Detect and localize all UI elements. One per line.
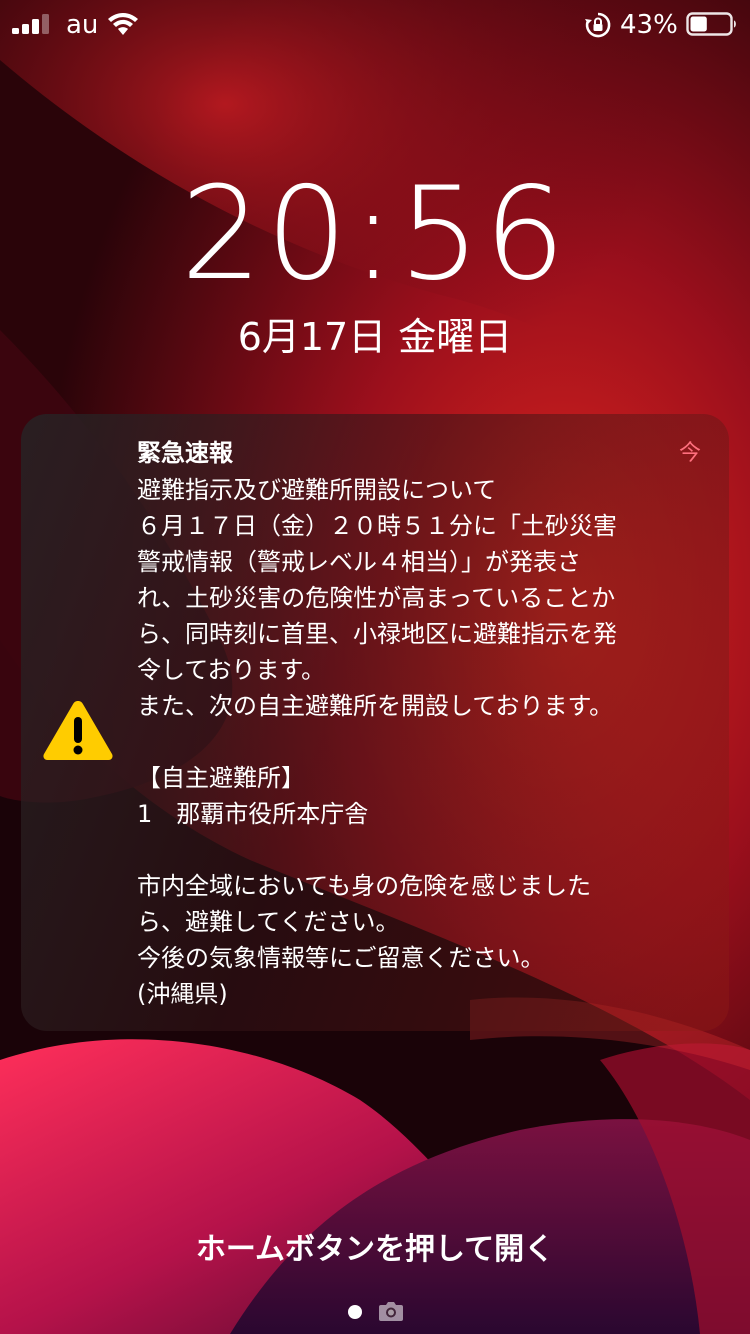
warning-icon	[43, 701, 113, 760]
notification-line: ら、避難してください。	[137, 908, 400, 936]
home-button-hint: ホームボタンを押して開く	[195, 1232, 555, 1267]
notification-line: 避難指示及び避難所開設について	[137, 476, 497, 504]
notification-line: 警戒情報（警戒レベル４相当）」が発表さ	[137, 548, 581, 576]
page-indicator[interactable]	[346, 1298, 406, 1324]
status-bar: au 43%	[0, 0, 750, 50]
notification-line: 今後の気象情報等にご留意ください。	[137, 944, 545, 972]
notification-line: また、次の自主避難所を開設しております。	[137, 692, 614, 720]
wifi-icon	[108, 13, 138, 35]
cellular-signal-icon	[12, 14, 50, 34]
battery-percentage: 43%	[620, 10, 678, 40]
battery-icon	[686, 12, 736, 36]
lock-screen-date: 6月17日 金曜日	[237, 315, 513, 359]
camera-icon[interactable]	[378, 1300, 404, 1322]
lock-screen-time: 20:56	[180, 160, 570, 309]
carrier-name: au	[66, 10, 99, 40]
notification-body: 避難指示及び避難所開設について ６月１７日（金）２０時５１分に「土砂災害 警戒情…	[137, 472, 707, 1012]
notification-line: れ、土砂災害の危険性が高まっていることか	[137, 584, 616, 612]
notification-line: ら、同時刻に首里、小禄地区に避難指示を発	[137, 620, 617, 648]
notification-line: (沖縄県)	[137, 980, 228, 1008]
notification-title: 緊急速報	[137, 439, 233, 467]
rotation-lock-icon	[585, 12, 611, 38]
notification-line: 令しております。	[137, 656, 326, 684]
notification-time: 今	[678, 441, 701, 466]
notification-line: 1 那覇市役所本庁舎	[137, 800, 369, 828]
notification-line: 市内全域においても身の危険を感じました	[137, 872, 592, 900]
emergency-alert-notification[interactable]: 緊急速報 今 避難指示及び避難所開設について ６月１７日（金）２０時５１分に「土…	[21, 414, 729, 1031]
notification-line: 【自主避難所】	[137, 764, 305, 792]
current-page-dot	[348, 1305, 362, 1319]
notification-line: ６月１７日（金）２０時５１分に「土砂災害	[137, 512, 617, 540]
